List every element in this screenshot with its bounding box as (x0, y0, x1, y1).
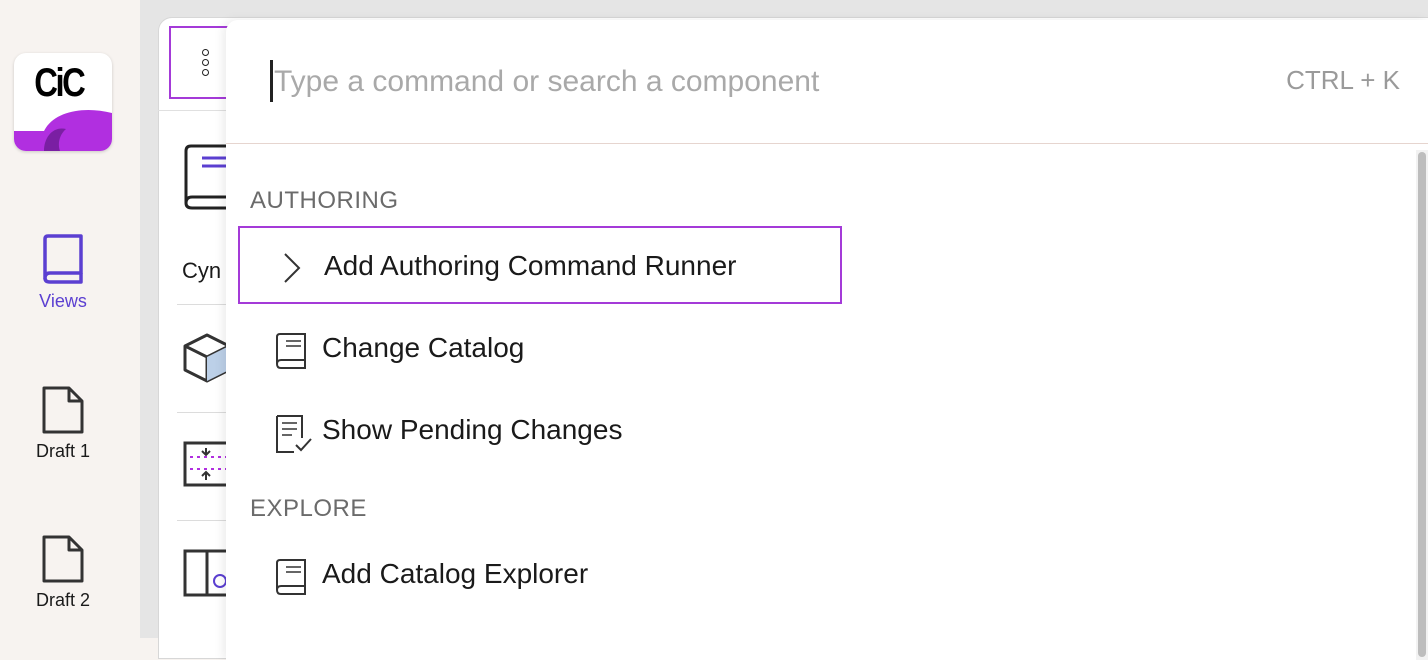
command-change-catalog[interactable]: Change Catalog (238, 310, 842, 388)
list-divider (177, 412, 227, 413)
command-add-catalog-explorer[interactable]: Add Catalog Explorer (238, 536, 842, 614)
keyboard-shortcut-hint: CTRL + K (1286, 65, 1400, 95)
scrollbar-thumb[interactable] (1418, 152, 1426, 657)
dot-icon (202, 59, 209, 66)
command-label: Change Catalog (322, 332, 525, 363)
document-icon (42, 535, 84, 583)
section-title-explore: EXPLORE (250, 495, 367, 522)
nav-item-draft-2[interactable]: Draft 2 (0, 534, 126, 611)
list-divider (177, 304, 227, 305)
left-nav-rail: CiC Views Draft 1 Draft 2 (0, 0, 140, 638)
checklist-icon (276, 415, 312, 453)
layout-resize-icon (183, 441, 232, 487)
logo-wave-icon (14, 110, 112, 151)
command-label: Add Authoring Command Runner (324, 250, 737, 281)
cabinet-icon (183, 549, 231, 597)
component-name-partial: Cyn (182, 258, 222, 283)
app-logo[interactable]: CiC (14, 53, 112, 151)
cube-icon (183, 333, 231, 383)
nav-item-draft-1[interactable]: Draft 1 (0, 385, 126, 462)
list-divider (177, 520, 227, 521)
dot-icon (202, 69, 209, 76)
book-icon (276, 559, 306, 595)
command-show-pending-changes[interactable]: Show Pending Changes (238, 392, 842, 470)
dot-icon (202, 49, 209, 56)
command-label: Add Catalog Explorer (322, 558, 589, 589)
text-caret (270, 60, 273, 102)
nav-label-views: Views (39, 291, 87, 311)
logo-text: CiC (34, 61, 86, 105)
book-icon (276, 333, 306, 369)
book-icon (43, 234, 83, 284)
document-icon (42, 386, 84, 434)
palette-scrollbar[interactable] (1416, 150, 1428, 660)
nav-item-views[interactable]: Views (0, 233, 126, 312)
command-search-input[interactable] (274, 58, 1174, 106)
nav-label-draft-2: Draft 2 (35, 590, 91, 610)
command-search-bar: CTRL + K (226, 20, 1428, 144)
command-palette: CTRL + K AUTHORING Add Authoring Command… (226, 20, 1428, 660)
book-component-icon (184, 144, 232, 210)
command-label: Show Pending Changes (322, 414, 623, 445)
chevron-right-icon (284, 253, 301, 283)
command-add-authoring-command-runner[interactable]: Add Authoring Command Runner (238, 226, 842, 304)
nav-label-draft-1: Draft 1 (35, 441, 91, 461)
section-title-authoring: AUTHORING (250, 187, 399, 214)
